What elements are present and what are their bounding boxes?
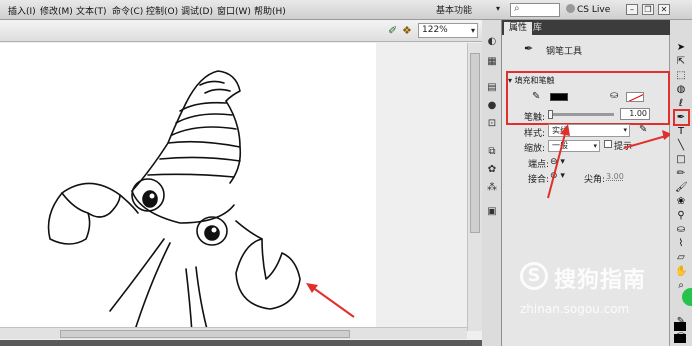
chevron-down-icon: ▾ (623, 126, 627, 134)
swatches-icon[interactable]: ▦ (486, 56, 498, 68)
close-button[interactable]: ✕ (658, 4, 670, 15)
menu-insert[interactable]: 插入(I) (8, 4, 36, 17)
stage-area: ✐ ❖ 122% ▾ (0, 20, 482, 346)
vertical-scrollbar[interactable] (467, 43, 482, 331)
watermark-url: zhinan.sogou.com (520, 302, 630, 316)
menu-debug[interactable]: 调试(D) (181, 4, 213, 17)
pencil-tool-icon[interactable]: ✏ (675, 168, 687, 180)
align-icon[interactable]: ▤ (486, 82, 498, 94)
project-icon[interactable]: ▣ (486, 206, 498, 218)
scroll-thumb[interactable] (470, 53, 480, 233)
deco-tool-icon[interactable]: ❀ (675, 196, 687, 208)
subselection-tool-icon[interactable]: ⇱ (675, 56, 687, 68)
stroke-value-field[interactable]: 1.00 (620, 108, 650, 120)
workspace-switcher[interactable]: 基本功能 ▾ (436, 3, 502, 17)
stage-toolbar: ✐ ❖ 122% ▾ (0, 20, 482, 42)
fill-color-swatch[interactable] (626, 92, 644, 102)
watermark-title: 搜狗指南 (554, 268, 647, 293)
style-select[interactable]: 实线 ▾ (548, 124, 630, 137)
slider-knob[interactable] (548, 110, 553, 119)
workspace-label: 基本功能 (436, 6, 473, 16)
pen-tool-icon: ✒ (524, 42, 534, 55)
stroke-slider[interactable] (548, 110, 614, 119)
cap-select[interactable]: ⊖ ▾ (550, 157, 565, 167)
scroll-thumb[interactable] (60, 330, 350, 338)
brush-tool-icon[interactable]: 🖌 (675, 182, 688, 194)
3d-rotation-tool-icon[interactable]: ◍ (675, 84, 687, 96)
chevron-down-icon: ▾ (593, 142, 597, 150)
miter-value[interactable]: 3.00 (606, 172, 624, 181)
bone-tool-icon[interactable]: ⚲ (675, 210, 687, 222)
free-transform-tool-icon[interactable]: ⬚ (675, 70, 687, 82)
transform-icon[interactable]: ⊡ (486, 118, 498, 130)
motion-presets-icon[interactable]: ✿ (486, 164, 498, 176)
zoom-select[interactable]: 122% ▾ (418, 23, 478, 38)
menu-modify[interactable]: 修改(M) (40, 4, 73, 17)
code-snippets-icon[interactable]: ⁂ (486, 182, 498, 194)
scale-select[interactable]: 一般 ▾ (548, 140, 600, 152)
stroke-label: 笔触: (524, 113, 546, 123)
text-tool-icon[interactable]: T (675, 126, 687, 138)
style-label: 样式: (524, 129, 546, 139)
menu-bar: 插入(I) 修改(M) 文本(T) 命令(C) 控制(O) 调试(D) 窗口(W… (0, 0, 692, 20)
chevron-down-icon: ▾ (495, 4, 500, 13)
eraser-tool-icon[interactable]: ▱ (675, 252, 687, 264)
paint-bucket-tool-icon[interactable]: ⛀ (675, 224, 687, 236)
tool-name: 钢笔工具 (546, 47, 583, 57)
pencil-icon: ✎ (532, 91, 541, 102)
chevron-down-icon: ▾ (470, 26, 475, 35)
cap-label: 端点: (528, 160, 550, 170)
scale-label: 缩放: (524, 144, 546, 154)
lobster-drawing (47, 70, 355, 334)
panel-icon-strip: ◐ ▦ ▤ ● ⊡ ⧉ ✿ ⁂ ▣ (482, 20, 502, 346)
section-header-fill-stroke[interactable]: ▾ 填充和笔触 (508, 75, 555, 86)
properties-panel: 属性 库 ✒ 钢笔工具 ▾ 填充和笔触 ✎ ⛀ 笔触: 1.00 样式: 实线 … (502, 20, 670, 346)
stage-canvas[interactable] (0, 43, 376, 339)
components-icon[interactable]: ⧉ (486, 146, 498, 158)
menu-text[interactable]: 文本(T) (76, 4, 107, 17)
selection-tool-icon[interactable]: ➤ (675, 42, 687, 54)
tab-library[interactable]: 库 (528, 22, 547, 35)
miter-label: 尖角: (584, 175, 606, 185)
eyedropper-tool-icon[interactable]: ⌇ (675, 238, 687, 250)
menu-window[interactable]: 窗口(W) (217, 4, 251, 17)
help-search-input[interactable]: ⌕ (510, 3, 560, 17)
panel-tabs: 属性 库 (502, 20, 670, 35)
join-select[interactable]: ⊛ ▾ (550, 171, 565, 181)
timeline-panel-edge (0, 340, 482, 346)
cs-live-icon (566, 4, 575, 13)
cs-live-button[interactable]: CS Live (566, 4, 610, 15)
menu-help[interactable]: 帮助(H) (254, 4, 286, 17)
join-label: 接合: (528, 175, 550, 185)
restore-button[interactable]: ❐ (642, 4, 654, 15)
color-panel-icon[interactable]: ◐ (486, 36, 498, 48)
horizontal-scrollbar[interactable] (0, 327, 467, 339)
stroke-color-swatch[interactable] (674, 322, 686, 331)
annotation-highlight-box (673, 109, 690, 126)
menu-control[interactable]: 控制(O) (146, 4, 178, 17)
search-icon: ⌕ (514, 3, 520, 14)
zoom-value: 122% (422, 25, 448, 35)
line-tool-icon[interactable]: ╲ (675, 140, 687, 152)
edit-stroke-style-icon[interactable]: ✎ (639, 124, 647, 135)
section-title: 填充和笔触 (514, 76, 555, 85)
hint-checkbox[interactable] (604, 140, 612, 148)
edit-scene-icon[interactable]: ❖ (402, 24, 412, 37)
minimize-button[interactable]: – (626, 4, 638, 15)
style-value: 实线 (552, 126, 568, 135)
edit-symbols-icon[interactable]: ✐ (388, 24, 397, 37)
rectangle-tool-icon[interactable]: □ (675, 154, 687, 166)
hand-tool-icon[interactable]: ✋ (675, 266, 687, 278)
scale-value: 一般 (552, 141, 568, 150)
stroke-color-swatch[interactable] (550, 93, 568, 101)
sogou-logo: S (520, 262, 548, 290)
menu-command[interactable]: 命令(C) (112, 4, 143, 17)
hint-label: 提示 (614, 142, 633, 152)
cs-live-label: CS Live (577, 5, 611, 15)
info-icon[interactable]: ● (486, 100, 498, 112)
fill-color-swatch[interactable] (674, 334, 686, 343)
paint-bucket-icon: ⛀ (610, 90, 619, 101)
